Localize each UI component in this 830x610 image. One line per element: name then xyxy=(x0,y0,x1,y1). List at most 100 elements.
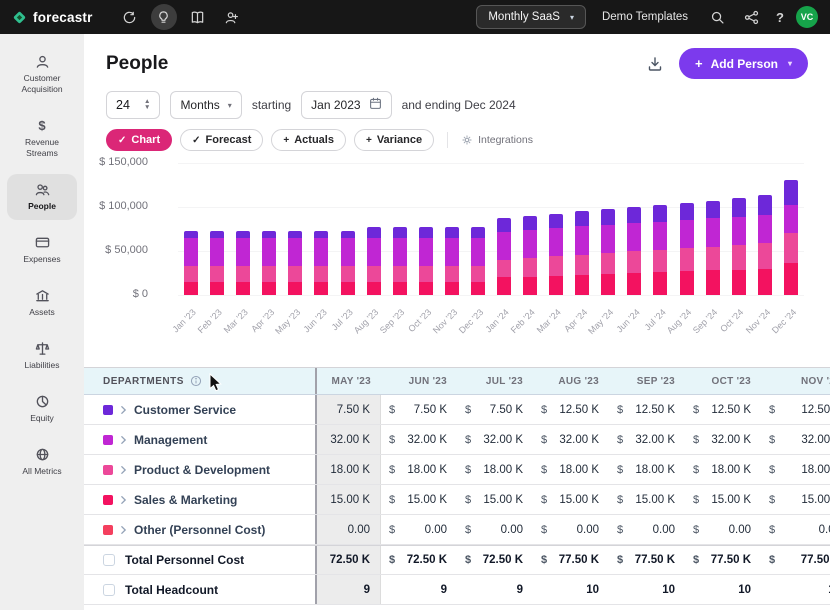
history-icon[interactable] xyxy=(117,4,143,30)
bar-apr-24[interactable] xyxy=(569,163,595,295)
segment-customer-service xyxy=(549,214,563,228)
share-icon[interactable] xyxy=(738,4,764,30)
book-icon[interactable] xyxy=(185,4,211,30)
period-unit-select[interactable]: Months ▾ xyxy=(170,91,241,119)
bar-aug-23[interactable] xyxy=(361,163,387,295)
bar-mar-24[interactable] xyxy=(543,163,569,295)
table-row-total-personnel-cost: Total Personnel Cost72.50 K$72.50 K$72.5… xyxy=(84,545,830,575)
demo-templates-link[interactable]: Demo Templates xyxy=(602,11,688,23)
segment-sales-marketing xyxy=(210,282,224,295)
cell-value: 0.00 xyxy=(729,524,751,536)
lightbulb-icon[interactable] xyxy=(151,4,177,30)
sidebar-item-label: Customer Acquisition xyxy=(11,73,73,95)
bar-jul-24[interactable] xyxy=(647,163,673,295)
segment-management xyxy=(445,238,459,266)
bar-nov-23[interactable] xyxy=(439,163,465,295)
bar-oct-23[interactable] xyxy=(413,163,439,295)
add-user-icon[interactable] xyxy=(219,4,245,30)
chip-actuals[interactable]: +Actuals xyxy=(271,129,346,151)
expand-chevron-icon[interactable] xyxy=(120,405,127,415)
total-row-name: Total Personnel Cost xyxy=(125,553,244,567)
sidebar-item-label: Liabilities xyxy=(25,360,60,371)
row-label-cell[interactable]: Total Personnel Cost xyxy=(84,546,317,574)
bar-mar-23[interactable] xyxy=(230,163,256,295)
bar-feb-24[interactable] xyxy=(517,163,543,295)
segment-management xyxy=(262,238,276,266)
expand-chevron-icon[interactable] xyxy=(120,525,127,535)
segment-product-development xyxy=(732,245,746,270)
bar-jun-24[interactable] xyxy=(621,163,647,295)
stacked-bar xyxy=(575,211,589,295)
chip-variance[interactable]: +Variance xyxy=(354,129,434,151)
segment-sales-marketing xyxy=(680,271,694,295)
currency-symbol: $ xyxy=(693,434,699,446)
sidebar-item-assets[interactable]: Assets xyxy=(7,280,77,326)
add-person-button[interactable]: + Add Person ▾ xyxy=(679,48,808,79)
bar-aug-24[interactable] xyxy=(673,163,699,295)
sidebar-item-expenses[interactable]: Expenses xyxy=(7,227,77,273)
segment-customer-service xyxy=(471,227,485,238)
sidebar-item-equity[interactable]: Equity xyxy=(7,386,77,432)
bar-jan-23[interactable] xyxy=(178,163,204,295)
row-label-cell[interactable]: Customer Service xyxy=(84,395,317,424)
avatar[interactable]: VC xyxy=(796,6,818,28)
period-count-stepper[interactable]: ▲▼ xyxy=(106,91,160,119)
value-cell: $72.50 K xyxy=(381,546,457,574)
row-label-cell[interactable]: Management xyxy=(84,425,317,454)
cell-value: 0.00 xyxy=(819,524,830,536)
bar-apr-23[interactable] xyxy=(256,163,282,295)
stepper-arrows-icon[interactable]: ▲▼ xyxy=(144,99,150,112)
expand-chevron-icon[interactable] xyxy=(120,465,127,475)
export-icon[interactable] xyxy=(647,56,663,72)
bar-sep-23[interactable] xyxy=(387,163,413,295)
cell-value: 12.50 K xyxy=(801,404,830,416)
help-icon[interactable]: ? xyxy=(776,10,784,25)
column-header: JUL '23 xyxy=(457,368,533,394)
bar-oct-24[interactable] xyxy=(726,163,752,295)
row-label-cell[interactable]: Product & Development xyxy=(84,455,317,484)
stacked-bar xyxy=(758,195,772,295)
row-checkbox[interactable] xyxy=(103,584,115,596)
bar-dec-24[interactable] xyxy=(778,163,804,295)
stacked-bar xyxy=(784,180,798,295)
sidebar-item-revenue-streams[interactable]: $Revenue Streams xyxy=(7,110,77,167)
segment-management xyxy=(419,238,433,266)
segment-sales-marketing xyxy=(288,282,302,295)
sidebar-item-customer-acquisition[interactable]: Customer Acquisition xyxy=(7,46,77,103)
cell-value: 18.00 K xyxy=(407,464,447,476)
currency-symbol: $ xyxy=(541,404,547,416)
row-label-cell[interactable]: Other (Personnel Cost) xyxy=(84,515,317,544)
bar-sep-24[interactable] xyxy=(700,163,726,295)
bar-dec-23[interactable] xyxy=(465,163,491,295)
sidebar-item-label: People xyxy=(28,201,56,212)
bar-jun-23[interactable] xyxy=(308,163,334,295)
bar-nov-24[interactable] xyxy=(752,163,778,295)
sidebar-item-all-metrics[interactable]: All Metrics xyxy=(7,439,77,485)
info-icon[interactable] xyxy=(190,375,202,387)
expand-chevron-icon[interactable] xyxy=(120,435,127,445)
bar-feb-23[interactable] xyxy=(204,163,230,295)
bar-jan-24[interactable] xyxy=(491,163,517,295)
bar-may-23[interactable] xyxy=(282,163,308,295)
sidebar-item-people[interactable]: People xyxy=(7,174,77,220)
cell-value: 0.00 xyxy=(348,524,370,536)
card-icon xyxy=(35,235,50,250)
search-icon[interactable] xyxy=(704,4,730,30)
row-checkbox[interactable] xyxy=(103,554,115,566)
row-label-cell[interactable]: Total Headcount xyxy=(84,575,317,604)
bar-may-24[interactable] xyxy=(595,163,621,295)
sidebar-item-liabilities[interactable]: Liabilities xyxy=(7,333,77,379)
logo-gem-icon xyxy=(12,10,27,25)
forecastr-logo[interactable]: forecastr xyxy=(12,10,93,25)
segment-customer-service xyxy=(784,180,798,206)
row-label-cell[interactable]: Sales & Marketing xyxy=(84,485,317,514)
chip-forecast[interactable]: ✓Forecast xyxy=(180,129,263,151)
chip-chart[interactable]: ✓Chart xyxy=(106,129,172,151)
value-cell: $32.00 K xyxy=(457,425,533,454)
start-date-picker[interactable]: Jan 2023 xyxy=(301,91,391,119)
bar-jul-23[interactable] xyxy=(334,163,360,295)
integrations-button[interactable]: Integrations xyxy=(461,134,533,146)
period-count-input[interactable] xyxy=(116,98,136,112)
expand-chevron-icon[interactable] xyxy=(120,495,127,505)
model-selector[interactable]: Monthly SaaS ▾ xyxy=(476,5,586,29)
